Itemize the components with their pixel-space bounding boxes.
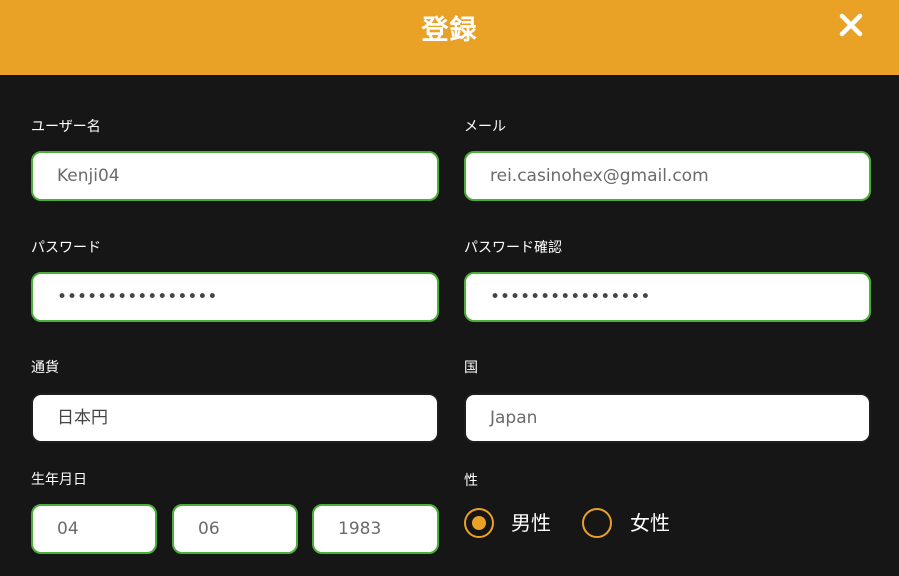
password-confirm-input[interactable]: •••••••••••••••• xyxy=(464,272,871,322)
password-confirm-label: パスワード確認 xyxy=(464,240,562,256)
gender-label: 性 xyxy=(464,473,478,489)
gender-male-label[interactable]: 男性 xyxy=(511,510,551,536)
birth-month-input[interactable]: 06 xyxy=(172,504,298,554)
password-input[interactable]: •••••••••••••••• xyxy=(31,272,439,322)
password-label: パスワード xyxy=(31,240,101,256)
gender-female-radio[interactable] xyxy=(582,508,612,538)
username-input[interactable]: Kenji04 xyxy=(31,151,439,201)
birthdate-label: 生年月日 xyxy=(31,472,87,488)
currency-select[interactable]: 日本円 xyxy=(31,393,439,443)
currency-label: 通貨 xyxy=(31,360,59,376)
dialog-header: 登録 xyxy=(0,0,899,75)
dialog-title: 登録 xyxy=(421,15,478,46)
country-label: 国 xyxy=(464,360,478,376)
close-icon[interactable] xyxy=(836,10,866,40)
email-label: メール xyxy=(464,119,506,135)
email-input[interactable]: rei.casinohex@gmail.com xyxy=(464,151,871,201)
registration-dialog: 登録 ユーザー名 Kenji04 メール rei.casinohex@gmail… xyxy=(0,0,899,576)
country-input[interactable]: Japan xyxy=(464,393,871,443)
birth-year-input[interactable]: 1983 xyxy=(312,504,439,554)
username-label: ユーザー名 xyxy=(31,119,101,135)
gender-male-radio[interactable] xyxy=(464,508,494,538)
radio-selected-dot xyxy=(472,516,486,530)
gender-female-label[interactable]: 女性 xyxy=(630,510,670,536)
birth-day-input[interactable]: 04 xyxy=(31,504,157,554)
